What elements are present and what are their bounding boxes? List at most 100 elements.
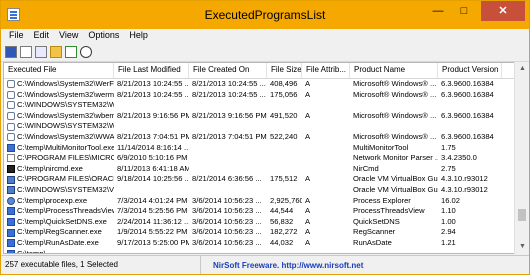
table-cell: C:\temp\procexp.exe <box>4 196 114 207</box>
table-cell: RunAsDate <box>353 237 392 247</box>
table-row[interactable]: C:\Windows\System32\WWAHo...8/21/2013 7:… <box>4 132 515 143</box>
table-row[interactable]: C:\temp\procexp.exe 7/3/2014 4:01:24 PM 3/… <box>4 196 515 207</box>
table-cell <box>267 153 302 164</box>
table-cell: 3/6/2014 10:56:23 ... <box>192 216 262 226</box>
table-cell: Microsoft® Windows® ... <box>353 89 437 99</box>
scroll-thumb[interactable] <box>518 209 526 221</box>
vertical-scrollbar[interactable]: ▲ ▼ <box>514 62 529 254</box>
gear-file-icon <box>7 80 15 89</box>
table-row[interactable]: C:\WINDOWS\SYSTEM32\VBOX... Oracle VM Vir… <box>4 185 515 196</box>
programs-table[interactable]: Executed File File Last Modified File Crea… <box>3 62 516 254</box>
menu-help[interactable]: Help <box>125 29 154 43</box>
table-cell: 9/18/2014 10:25:56 ... <box>117 174 189 184</box>
status-bar: 257 executable files, 1 Selected NirSoft… <box>1 255 529 274</box>
table-row[interactable]: C:\temp\QuickSetDNS.exe 2/24/2014 11:36:1… <box>4 217 515 228</box>
menu-view[interactable]: View <box>55 29 84 43</box>
copy-icon[interactable] <box>35 46 47 58</box>
refresh-icon[interactable] <box>65 46 77 58</box>
table-row[interactable]: C:\PROGRAM FILES\ORACLE\VIRT...9/18/2014… <box>4 174 515 185</box>
app-file-icon <box>7 239 15 248</box>
file-path: C:\temp\ProcessThreadsView.exe <box>17 206 114 216</box>
menu-file[interactable]: File <box>5 29 30 43</box>
vbox-file-icon <box>7 186 15 195</box>
table-cell: 8/21/2013 7:04:51 PM <box>117 131 189 141</box>
table-cell <box>267 185 302 196</box>
table-cell: C:\PROGRAM FILES\MICROSOF... <box>4 153 114 164</box>
file-path: C:\temp\procexp.exe <box>17 195 88 205</box>
table-cell: 182,272 <box>270 227 298 237</box>
table-cell: 44,544 <box>270 206 294 216</box>
table-cell <box>267 164 302 175</box>
table-cell: Network Monitor Parser ... <box>353 153 438 163</box>
table-cell <box>267 100 302 111</box>
table-row[interactable]: C:\temp\RegScanner.exe 1/9/2014 5:55:22 P… <box>4 227 515 238</box>
find-icon[interactable] <box>80 46 92 58</box>
table-row[interactable]: C:\WINDOWS\SYSTEM32\WINS... <box>4 100 515 111</box>
app-file-icon <box>7 249 15 253</box>
file-path: C:\Windows\System32\WWAHo... <box>17 131 114 141</box>
table-cell: A <box>305 237 311 247</box>
table-row[interactable]: C:\temp\nircmd.exe 8/11/2013 6:41:18 AM Ni… <box>4 164 515 175</box>
table-cell: C:\temp\QuickSetDNS.exe <box>4 217 114 228</box>
table-cell <box>350 121 438 132</box>
table-cell <box>267 143 302 154</box>
doc-file-icon <box>7 154 15 163</box>
table-row[interactable]: C:\Windows\System32\wbem\... 8/21/2013 9:… <box>4 111 515 122</box>
column-header[interactable]: Product Version <box>438 63 502 78</box>
app-file-icon <box>7 228 15 237</box>
minimize-button[interactable]: — <box>425 1 451 21</box>
table-row[interactable]: C:\PROGRAM FILES\MICROSOF...6/9/2010 5:1… <box>4 153 515 164</box>
table-cell: 491,520 <box>270 110 298 120</box>
status-credit-link[interactable]: NirSoft Freeware. http://www.nirsoft.net <box>201 261 363 270</box>
table-cell <box>302 249 350 254</box>
table-cell: Microsoft® Windows® ... <box>353 110 437 120</box>
table-cell: C:\temp\ProcessThreadsView.exe <box>4 206 114 217</box>
table-cell <box>267 249 302 254</box>
column-header[interactable]: File Created On <box>189 63 267 78</box>
close-button[interactable]: ✕ <box>481 1 525 21</box>
maximize-button[interactable]: □ <box>451 1 477 21</box>
scroll-down-icon[interactable]: ▼ <box>515 240 529 254</box>
menu-edit[interactable]: Edit <box>30 29 56 43</box>
table-row[interactable]: C:\temp\ProcessThreadsView.exe7/3/2014 5… <box>4 206 515 217</box>
table-cell <box>302 185 350 196</box>
table-cell: A <box>305 110 311 120</box>
table-cell: A <box>305 216 311 226</box>
gear-file-icon <box>7 122 15 131</box>
table-row[interactable]: C:\temp\RunAsDate.exe 9/17/2013 5:25:00 P… <box>4 238 515 249</box>
table-row[interactable]: C:\Windows\System32\WerFaul...8/21/2013 … <box>4 79 515 90</box>
table-cell <box>267 121 302 132</box>
column-header[interactable]: File Attrib... <box>302 63 350 78</box>
table-cell <box>350 249 438 254</box>
table-row[interactable]: C:\WINDOWS\SYSTEM32\WUDF... <box>4 121 515 132</box>
table-cell: A <box>305 89 311 99</box>
table-cell: C:\temp\RegScanner.exe <box>4 227 114 238</box>
table-cell: 6.3.9600.16384 <box>441 89 494 99</box>
folder-icon[interactable] <box>50 46 62 58</box>
scroll-up-icon[interactable]: ▲ <box>515 62 529 76</box>
menu-options[interactable]: Options <box>84 29 125 43</box>
table-cell: 2.75 <box>441 163 456 173</box>
html-report-icon[interactable] <box>20 46 32 58</box>
column-header[interactable]: Executed File <box>4 63 114 78</box>
file-path: C:\Windows\System32\WerFaul... <box>17 79 114 88</box>
title-bar[interactable]: ExecutedProgramsList — □ ✕ <box>1 1 529 29</box>
vbox-file-icon <box>7 175 15 184</box>
column-header[interactable]: File Last Modified <box>114 63 189 78</box>
table-cell: 522,240 <box>270 131 298 141</box>
proc-file-icon <box>7 196 15 205</box>
table-cell <box>114 249 189 254</box>
table-cell: C:\temp\RunAsDate.exe <box>4 238 114 249</box>
file-path: C:\temp\... <box>17 248 53 254</box>
table-row[interactable]: C:\temp\MultiMonitorTool.exe 11/14/2014 8… <box>4 143 515 154</box>
table-cell: C:\Windows\System32\WerFaul... <box>4 79 114 90</box>
column-header[interactable]: Product Name <box>350 63 438 78</box>
table-row[interactable]: C:\temp\... <box>4 248 515 254</box>
table-cell: 2,925,760 <box>270 195 302 205</box>
save-icon[interactable] <box>5 46 17 58</box>
table-cell: C:\temp\MultiMonitorTool.exe <box>4 143 114 154</box>
column-header[interactable]: File Size <box>267 63 302 78</box>
gear-file-icon <box>7 133 15 142</box>
table-row[interactable]: C:\Windows\System32\wermgr...8/21/2013 1… <box>4 90 515 101</box>
app-file-icon <box>7 207 15 216</box>
